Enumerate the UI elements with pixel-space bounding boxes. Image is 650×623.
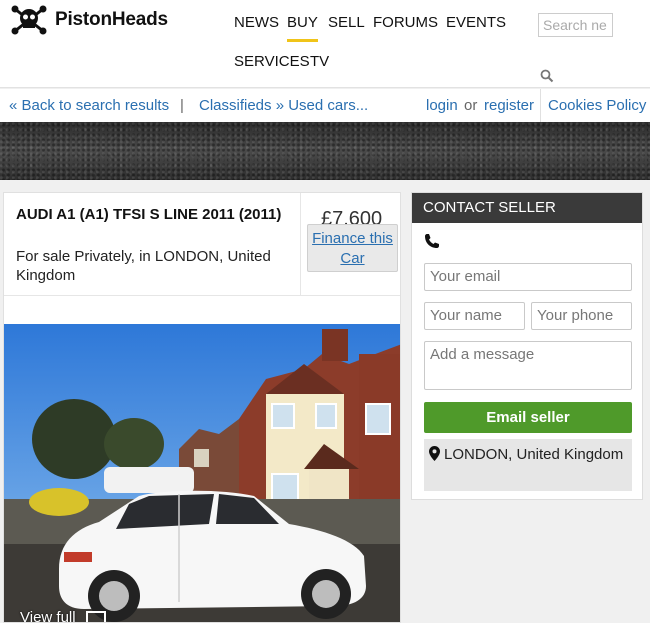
- breadcrumb-separator: |: [180, 97, 184, 114]
- breadcrumb-bar: « Back to search results | Classifieds »…: [0, 89, 650, 122]
- nav-forums[interactable]: FORUMS: [373, 14, 438, 32]
- contact-seller-heading: CONTACT SELLER: [412, 193, 642, 223]
- tarmac-banner: [0, 122, 650, 180]
- seller-location: LONDON, United Kingdom: [424, 439, 632, 491]
- message-textarea[interactable]: Add a message: [424, 341, 632, 390]
- expand-icon: [85, 610, 106, 622]
- listing-card: AUDI A1 (A1) TFSI S LINE 2011 (2011) For…: [3, 192, 401, 623]
- car-photo[interactable]: View full: [4, 324, 400, 623]
- site-header: PistonHeads NEWS BUY SELL FORUMS EVENTS …: [0, 0, 650, 88]
- view-full-label: View full: [20, 609, 76, 623]
- finance-this-car-button[interactable]: Finance this Car: [307, 224, 398, 272]
- map-pin-icon: [429, 446, 440, 461]
- register-link[interactable]: register: [484, 97, 534, 114]
- nav-news[interactable]: NEWS: [234, 14, 279, 32]
- listing-price: £7,600: [321, 208, 383, 225]
- email-seller-button[interactable]: Email seller: [424, 402, 632, 433]
- contact-seller-panel: CONTACT SELLER Your email Your name Your…: [411, 192, 643, 500]
- email-field[interactable]: Your email: [424, 263, 632, 291]
- listing-location: For sale Privately, in LONDON, United Ki…: [16, 248, 271, 284]
- breadcrumb-classifieds-link[interactable]: Classifieds » Used cars...: [199, 97, 368, 114]
- nav-services[interactable]: SERVICES: [234, 53, 310, 71]
- listing-title: AUDI A1 (A1) TFSI S LINE 2011 (2011): [16, 206, 282, 223]
- piston-skull-icon: [11, 5, 47, 35]
- back-to-results-link[interactable]: « Back to search results: [9, 97, 169, 114]
- logo-text: PistonHeads: [55, 9, 168, 30]
- phone-icon[interactable]: [424, 233, 440, 249]
- subnav-divider: [540, 89, 541, 122]
- site-logo[interactable]: PistonHeads: [11, 5, 168, 35]
- seller-location-text: LONDON, United Kingdom: [444, 446, 624, 463]
- nav-events[interactable]: EVENTS: [446, 14, 506, 32]
- price-column: £7,600 Finance this Car: [300, 193, 400, 296]
- listing-header: AUDI A1 (A1) TFSI S LINE 2011 (2011) For…: [4, 193, 400, 296]
- cookies-policy-link[interactable]: Cookies Policy: [548, 97, 646, 114]
- search-icon[interactable]: [540, 69, 554, 83]
- search-input[interactable]: Search ne: [538, 13, 613, 37]
- phone-field[interactable]: Your phone: [531, 302, 632, 330]
- name-field[interactable]: Your name: [424, 302, 525, 330]
- car-photo-image: [4, 324, 400, 622]
- login-link[interactable]: login: [426, 97, 458, 114]
- or-text: or: [464, 97, 478, 114]
- nav-sell[interactable]: SELL: [328, 14, 365, 32]
- nav-tv[interactable]: TV: [310, 53, 329, 71]
- view-full-link[interactable]: View full: [20, 609, 106, 623]
- nav-buy[interactable]: BUY: [287, 14, 318, 42]
